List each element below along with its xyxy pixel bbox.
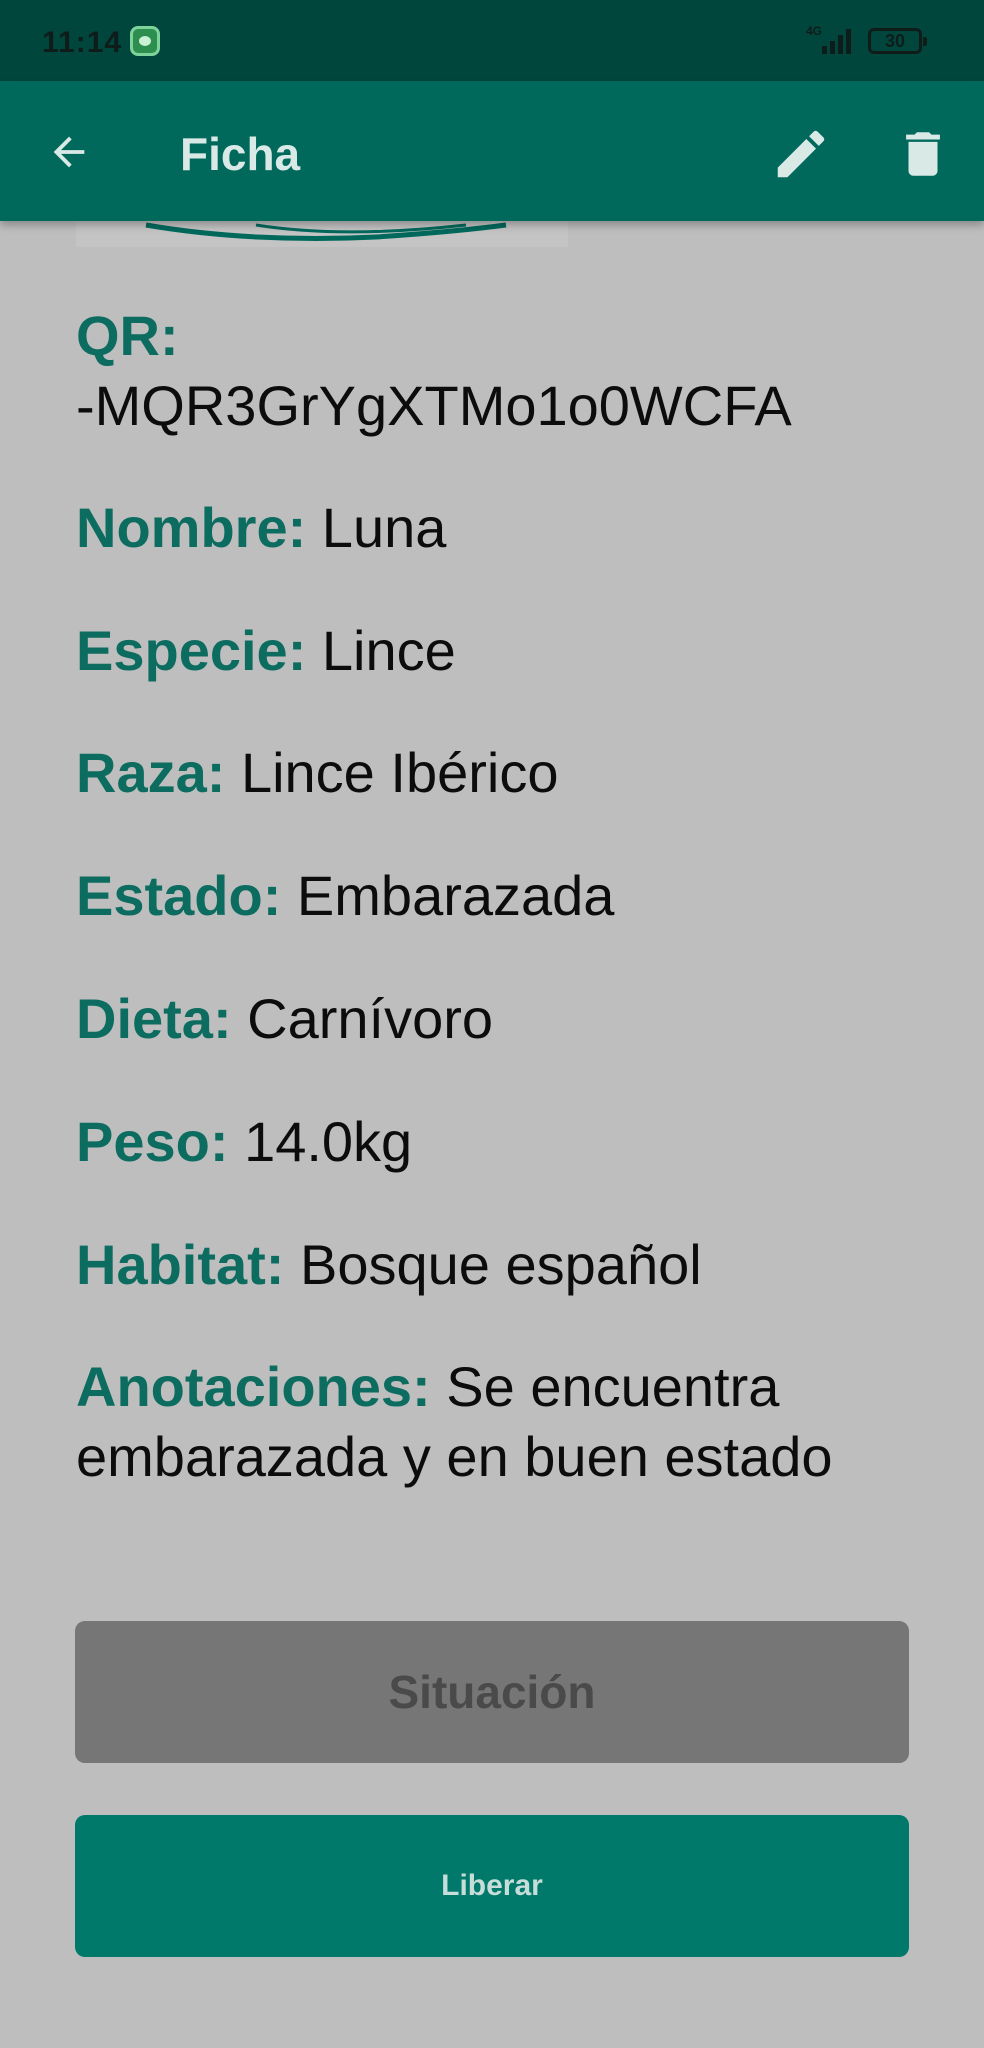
arrow-back-icon [53,136,85,168]
peso-value: 14.0kg [244,1110,413,1173]
trash-icon [906,132,940,176]
raza-label: Raza: [76,741,226,804]
situacion-button[interactable]: Situación [75,1621,909,1763]
edit-button[interactable] [764,117,838,191]
status-time: 11:14 [42,26,123,59]
peso-label: Peso: [76,1110,229,1173]
anotaciones-label: Anotaciones: [76,1355,431,1418]
habitat-field: Habitat: Bosque español [76,1230,926,1300]
estado-field: Estado: Embarazada [76,861,926,931]
qr-label: QR: [76,304,179,367]
nombre-value: Luna [321,496,447,559]
page-title: Ficha [180,128,301,180]
qr-value: -MQR3GrYgXTMo1o0WCFA [76,374,792,437]
especie-label: Especie: [76,619,307,682]
dieta-value: Carnívoro [247,987,494,1050]
status-bar: 11:14 4G 30 [0,0,984,81]
nombre-label: Nombre: [76,496,307,559]
raza-value: Lince Ibérico [240,741,559,804]
raza-field: Raza: Lince Ibérico [76,738,926,808]
signal-icon [822,29,851,54]
app-bar: Ficha [0,81,984,221]
dieta-label: Dieta: [76,987,232,1050]
habitat-value: Bosque español [300,1233,702,1296]
liberar-button[interactable]: Liberar [75,1815,909,1957]
anotaciones-field: Anotaciones: Se encuentra embarazada y e… [76,1352,926,1492]
content-area: QR: -MQR3GrYgXTMo1o0WCFA Nombre: Luna Es… [0,221,984,2048]
habitat-label: Habitat: [76,1233,285,1296]
pencil-icon [777,130,825,178]
back-button[interactable] [32,115,106,189]
estado-label: Estado: [76,864,282,927]
especie-value: Lince [321,619,456,682]
animal-image [76,221,568,247]
delete-button[interactable] [886,117,960,191]
notification-app-icon [130,26,160,56]
peso-field: Peso: 14.0kg [76,1107,926,1177]
battery-icon: 30 [868,28,927,54]
especie-field: Especie: Lince [76,616,926,686]
nombre-field: Nombre: Luna [76,493,926,563]
estado-value: Embarazada [296,864,615,927]
dieta-field: Dieta: Carnívoro [76,984,926,1054]
qr-field: QR: -MQR3GrYgXTMo1o0WCFA [76,301,926,441]
